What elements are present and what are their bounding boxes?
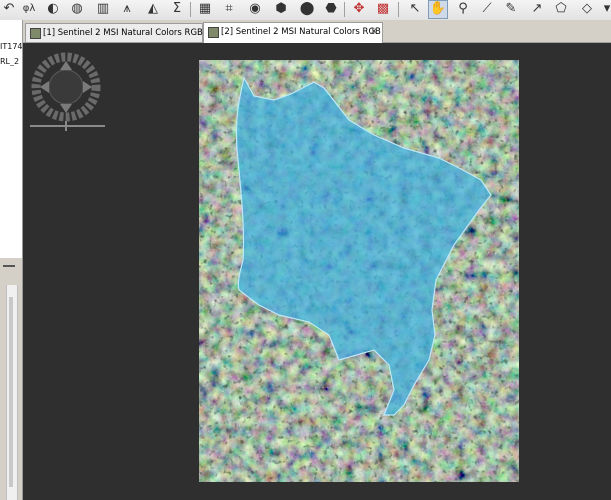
tree-item-text[interactable]: IT174 bbox=[0, 42, 22, 51]
sum-icon[interactable]: Σ bbox=[168, 1, 186, 17]
pan-down-icon bbox=[60, 104, 72, 113]
dropdown-icon[interactable]: ▾ bbox=[598, 1, 611, 17]
product-explorer-panel: IT174 RL_2 bbox=[0, 20, 23, 258]
image-view[interactable] bbox=[23, 43, 611, 500]
satellite-image[interactable] bbox=[199, 60, 519, 482]
pan-left-icon bbox=[40, 81, 49, 93]
image-view-icon bbox=[30, 28, 41, 39]
pin-icon[interactable]: ⬤ bbox=[298, 1, 316, 17]
draw-polyline-icon[interactable]: ✎ bbox=[502, 1, 520, 17]
chart-icon[interactable]: ◭ bbox=[144, 1, 162, 17]
vertical-scrollbar[interactable] bbox=[6, 285, 18, 500]
main-toolbar: ↶ φλ ◐ ◍ ▥ ⩚ ◭ Σ ▦ ⌗ ◉ ⬢ ⬤ ⬣ ✥ ▩ ↖ ✋ ⚲ ⟋… bbox=[0, 0, 611, 21]
layers-icon[interactable]: ▦ bbox=[196, 1, 214, 17]
formula-icon[interactable]: φλ bbox=[20, 1, 38, 17]
minimize-icon[interactable] bbox=[3, 265, 15, 267]
pan-up-icon bbox=[60, 61, 72, 70]
draw-line-icon[interactable]: ⟋ bbox=[478, 1, 496, 17]
eye-icon[interactable]: ◉ bbox=[246, 1, 264, 17]
undo-icon[interactable]: ↶ bbox=[0, 1, 18, 17]
draw-rect-icon[interactable]: ↗ bbox=[528, 1, 546, 17]
tab-label: [2] Sentinel 2 MSI Natural Colors RGB bbox=[221, 27, 381, 37]
pan-right-icon bbox=[83, 81, 92, 93]
pan-icon[interactable]: ✋ bbox=[428, 0, 448, 19]
zoom-icon[interactable]: ⚲ bbox=[454, 1, 472, 17]
document-tab-bar: [1] Sentinel 2 MSI Natural Colors RGB [2… bbox=[23, 20, 611, 43]
tab-label: [1] Sentinel 2 MSI Natural Colors RGB bbox=[43, 28, 203, 38]
scrollbar-thumb[interactable] bbox=[9, 297, 13, 487]
close-icon[interactable]: ✕ bbox=[369, 27, 379, 37]
mask-icon[interactable]: ◐ bbox=[44, 1, 62, 17]
navigation-control[interactable] bbox=[31, 52, 101, 122]
range-finder-icon[interactable]: ✥ bbox=[350, 1, 368, 17]
zoom-slider-knob[interactable] bbox=[65, 121, 67, 131]
image-view-icon bbox=[208, 27, 219, 38]
zoom-slider[interactable] bbox=[30, 125, 105, 127]
gcp-icon[interactable]: ▩ bbox=[374, 1, 392, 17]
scatter-icon[interactable]: ⩚ bbox=[118, 1, 136, 17]
draw-ellipse-icon[interactable]: ◇ bbox=[578, 1, 596, 17]
pin-manager-icon[interactable]: ⬣ bbox=[322, 1, 340, 17]
tab-image-view-2[interactable]: [2] Sentinel 2 MSI Natural Colors RGB ✕ bbox=[203, 22, 383, 43]
tab-image-view-1[interactable]: [1] Sentinel 2 MSI Natural Colors RGB bbox=[25, 23, 203, 42]
draw-polygon-icon[interactable]: ⬠ bbox=[552, 1, 570, 17]
tree-item-text[interactable]: RL_2 bbox=[0, 57, 22, 66]
cube-icon[interactable]: ⬢ bbox=[272, 1, 290, 17]
grid-icon[interactable]: ⌗ bbox=[220, 1, 238, 17]
histogram-icon[interactable]: ▥ bbox=[94, 1, 112, 17]
select-icon[interactable]: ↖ bbox=[406, 1, 424, 17]
statistics-icon[interactable]: ◍ bbox=[68, 1, 86, 17]
